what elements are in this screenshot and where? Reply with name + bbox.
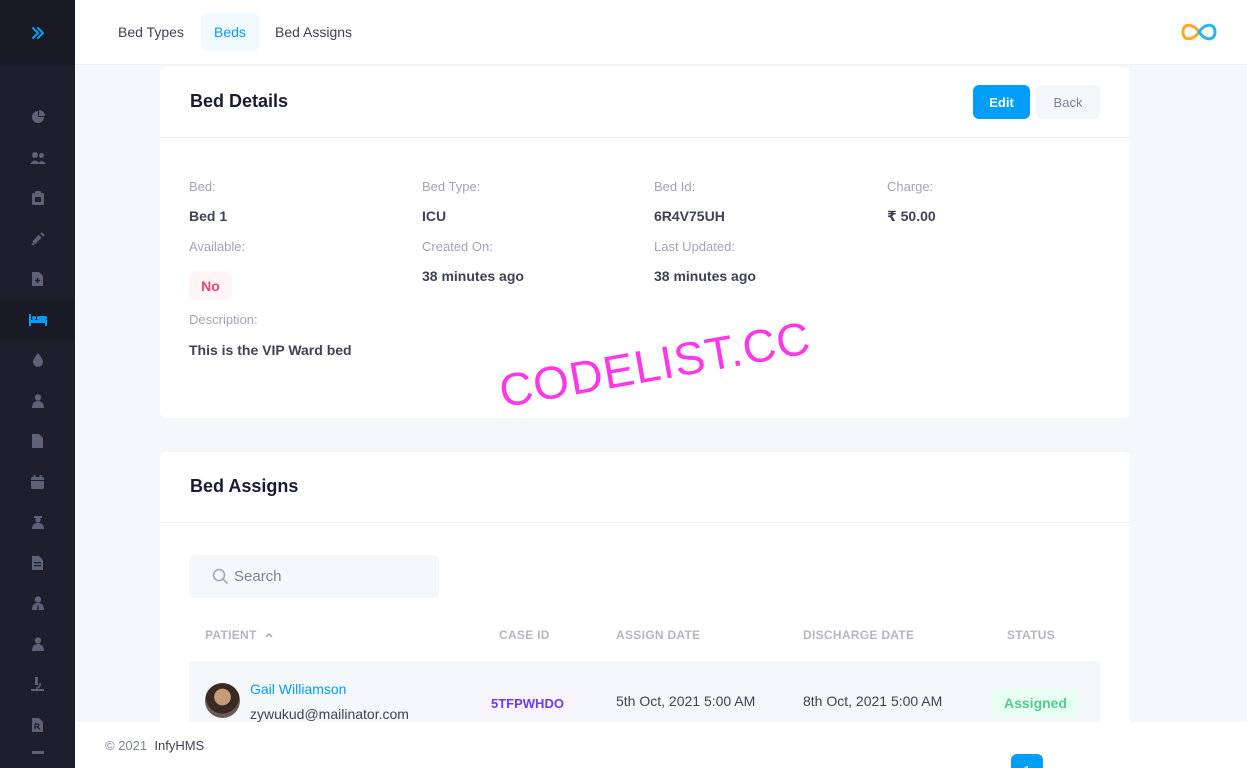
sidebar-item-patients[interactable] [0,624,75,664]
tab-bed-types[interactable]: Bed Types [105,13,197,51]
bed-value: Bed 1 [189,208,228,224]
footer-brand-link[interactable]: InfyHMS [154,738,204,753]
sidebar-item-file-medical[interactable] [0,259,75,299]
user-nurse-icon [31,516,44,529]
assign-date: 5th Oct, 2021 5:00 AM [616,693,756,709]
avatar [205,683,240,718]
case-id-badge: 5TFPWHDO [478,689,577,717]
file-prescription-icon [32,718,43,732]
bed-assigns-header: Bed Assigns [160,452,1130,523]
file-invoice-icon [32,556,43,570]
sidebar-item-nurses[interactable] [0,502,75,542]
microscope-icon [31,677,44,691]
column-header-assign-date[interactable]: ASSIGN DATE [616,628,700,642]
sidebar-item-beds[interactable] [0,300,75,340]
tab-beds[interactable]: Beds [201,13,259,51]
sidebar-item-dashboard[interactable] [0,97,75,137]
blood-drop-icon [32,353,43,367]
sidebar-item-accountants[interactable] [0,583,75,623]
back-button[interactable]: Back [1036,85,1100,119]
search-icon [212,568,228,584]
sidebar-item-appointments[interactable] [0,462,75,502]
discharge-date: 8th Oct, 2021 5:00 AM [803,693,943,709]
bed-label: Bed: [189,179,216,194]
column-header-patient-label: PATIENT [205,628,257,642]
bed-assigns-card: Bed Assigns PATIENT CASE ID ASSIGN DATE … [160,452,1130,768]
column-header-patient[interactable]: PATIENT [205,628,274,642]
column-header-status[interactable]: STATUS [1007,628,1055,642]
user-md-icon [31,394,44,408]
pagination-page-button[interactable]: 1 [1011,754,1043,768]
last-updated-value: 38 minutes ago [654,268,756,284]
bed-id-label: Bed Id: [654,179,696,194]
bed-id-value: 6R4V75UH [654,208,725,224]
created-on-value: 38 minutes ago [422,268,524,284]
sidebar-item-clipboard[interactable] [0,178,75,218]
patient-name-link[interactable]: Gail Williamson [250,681,346,697]
bed-type-label: Bed Type: [422,179,481,194]
footer-text: © 2021 InfyHMS [105,738,204,753]
file-icon [32,434,43,448]
sidebar-item-syringe[interactable] [0,219,75,259]
bed-details-title: Bed Details [190,91,289,111]
user-icon [31,637,44,651]
sort-ascending-icon [265,633,273,638]
sidebar-item-doctors[interactable] [0,381,75,421]
sidebar-toggle[interactable] [0,0,75,65]
footer: © 2021 InfyHMS 1 [75,722,1247,768]
clipboard-icon [31,191,44,205]
chart-pie-icon [31,110,45,123]
infinity-logo-icon[interactable] [1179,21,1219,43]
sidebar-item-diagnosis[interactable] [0,664,75,704]
tab-bed-assigns[interactable]: Bed Assigns [262,13,365,51]
calendar-icon [31,475,44,489]
menu-icon [31,751,44,754]
double-chevron-right-icon [31,26,44,39]
last-updated-label: Last Updated: [654,239,735,254]
description-label: Description: [189,312,258,327]
charge-label: Charge: [887,179,934,194]
search-input[interactable] [234,555,424,598]
sidebar-item-blood-bank[interactable] [0,340,75,380]
file-medical-icon [32,272,43,286]
edit-button[interactable]: Edit [973,85,1030,119]
user-tie-icon [31,596,44,610]
bed-assigns-title: Bed Assigns [190,476,299,496]
search-box [189,555,439,598]
column-header-discharge-date[interactable]: DISCHARGE DATE [803,628,914,642]
top-header: Bed Types Beds Bed Assigns [75,0,1247,65]
sidebar-item-invoices[interactable] [0,543,75,583]
sidebar-item-users[interactable] [0,138,75,178]
copyright: © 2021 [105,738,148,753]
charge-value: ₹ 50.00 [887,208,936,224]
sidebar-item-prescriptions[interactable] [0,705,75,745]
bed-details-header: Bed Details Edit Back [160,67,1130,138]
sidebar-item-documents[interactable] [0,421,75,461]
status-badge: Assigned [992,689,1080,717]
column-header-case-id[interactable]: CASE ID [499,628,550,642]
created-on-label: Created On: [422,239,493,254]
patient-email: zywukud@mailinator.com [250,706,409,722]
available-label: Available: [189,239,246,254]
available-badge: No [189,271,232,300]
description-value: This is the VIP Ward bed [189,342,352,358]
sidebar [0,0,75,768]
bed-type-value: ICU [422,208,447,224]
bed-icon [28,314,47,326]
users-icon [29,152,46,164]
sidebar-item-more[interactable] [0,748,75,768]
syringe-icon [30,232,45,246]
